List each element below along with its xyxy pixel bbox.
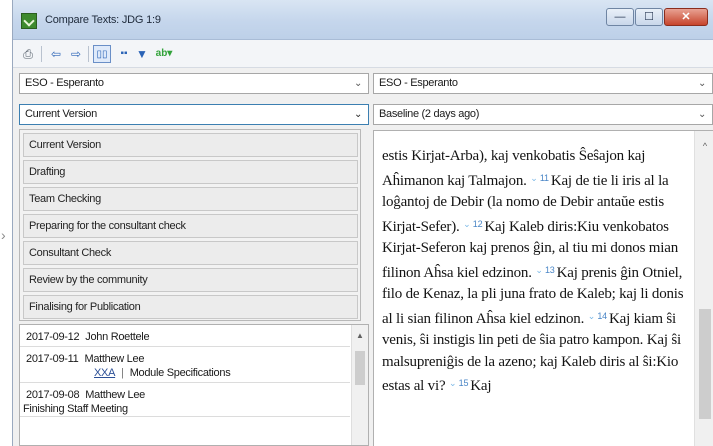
history-entry-line: 2017-09-08 Matthew Lee (26, 388, 145, 402)
chevron-down-icon: ⌄ (353, 78, 363, 89)
right-version-select[interactable]: Baseline (2 days ago) ⌄ (373, 104, 713, 125)
verse-number: ⌄ 12 (463, 218, 483, 229)
scripture-text-pane[interactable]: estis Kirjat-Arba), kaj venkobatis Ŝeŝaj… (373, 130, 713, 446)
divider: | (121, 367, 124, 379)
history-list: 2017-09-12 John Roettele 2017-09-11 Matthe… (19, 324, 369, 446)
window-controls: — ☐ ✕ (605, 8, 708, 26)
chevron-down-icon: ⌄ (697, 78, 707, 89)
version-option[interactable]: Review by the community (23, 268, 358, 292)
chevron-down-icon: ⌄ (697, 109, 707, 120)
history-user: Matthew Lee (85, 389, 145, 401)
verse-marker-icon: ⌄ (463, 218, 471, 229)
verse-number: ⌄ 14 (587, 310, 607, 321)
version-option[interactable]: Finalising for Publication (23, 295, 358, 319)
verse-marker-icon: ⌄ (530, 172, 538, 183)
background-window-edge: › (0, 0, 12, 446)
printer-icon[interactable]: ⎙ (19, 45, 37, 63)
scroll-thumb[interactable] (699, 309, 711, 419)
view-split-icon[interactable]: ▪▪ (115, 45, 133, 63)
left-project-select[interactable]: ESO - Esperanto ⌄ (19, 73, 369, 94)
version-option[interactable]: Preparing for the consultant check (23, 214, 358, 238)
history-entry-line: 2017-09-11 Matthew Lee (26, 352, 144, 366)
close-icon: ✕ (681, 11, 691, 23)
toolbar-divider (41, 46, 42, 62)
scroll-up-icon[interactable]: ▲ (352, 331, 368, 340)
version-option[interactable]: Consultant Check (23, 241, 358, 265)
history-date: 2017-09-08 (26, 389, 80, 401)
filter-icon[interactable]: ▼ (133, 45, 151, 63)
right-version-value: Baseline (2 days ago) (379, 108, 480, 120)
scroll-up-icon[interactable]: ^ (695, 141, 713, 151)
history-links: XXA | Module Specifications (94, 366, 231, 380)
verse-marker-icon: ⌄ (448, 378, 457, 388)
history-user: John Roettele (85, 331, 150, 343)
history-module-link[interactable]: Module Specifications (130, 367, 231, 379)
verse-text: Kaj (470, 378, 492, 394)
left-version-value: Current Version (25, 108, 97, 120)
right-project-value: ESO - Esperanto (379, 77, 458, 89)
toolbar: ⎙ ⇦ ⇨ ▯▯ ▪▪ ▼ ab▾ (13, 40, 713, 68)
minimize-icon: — (614, 11, 626, 23)
history-user: Matthew Lee (84, 353, 145, 365)
left-version-select[interactable]: Current Version ⌄ (19, 104, 369, 125)
close-button[interactable]: ✕ (664, 8, 708, 26)
title-bar[interactable]: Compare Texts: JDG 1:9 — ☐ ✕ (13, 0, 713, 40)
chevron-down-icon: ⌄ (353, 109, 363, 120)
maximize-icon: ☐ (644, 11, 654, 23)
minimize-button[interactable]: — (606, 8, 634, 26)
list-item[interactable]: 2017-09-08 Matthew Lee Finishing Staff Me… (20, 383, 350, 417)
verse-number: ⌄ 11 (530, 172, 549, 183)
verse-number: ⌄ 13 (535, 264, 555, 275)
version-option[interactable]: Drafting (23, 160, 358, 184)
text-scrollbar[interactable]: ^ (694, 131, 713, 446)
verse-marker-icon: ⌄ (587, 310, 596, 321)
color-picker-icon[interactable]: ab▾ (151, 45, 177, 63)
history-note: Finishing Staff Meeting (23, 403, 128, 415)
window-title: Compare Texts: JDG 1:9 (45, 14, 161, 26)
arrow-left-icon[interactable]: ⇦ (47, 45, 65, 63)
verse-number: ⌄ 15 (448, 378, 469, 388)
right-project-select[interactable]: ESO - Esperanto ⌄ (373, 73, 713, 94)
left-project-value: ESO - Esperanto (25, 77, 104, 89)
history-date: 2017-09-11 (26, 353, 79, 365)
background-caret-icon: › (1, 227, 6, 243)
history-book-link[interactable]: XXA (94, 367, 115, 379)
maximize-button[interactable]: ☐ (635, 8, 663, 26)
history-date: 2017-09-12 (26, 331, 80, 343)
scroll-thumb[interactable] (355, 351, 365, 385)
verse-marker-icon: ⌄ (535, 264, 543, 275)
version-dropdown-list: Current Version Drafting Team Checking P… (19, 129, 361, 321)
list-item[interactable]: 2017-09-11 Matthew Lee XXA | Module Specifi… (20, 347, 350, 383)
version-option[interactable]: Team Checking (23, 187, 358, 211)
version-option[interactable]: Current Version (23, 133, 358, 157)
view-single-icon[interactable]: ▯▯ (93, 45, 111, 63)
passage-text: estis Kirjat-Arba), kaj venkobatis Ŝeŝaj… (382, 146, 688, 398)
app-logo-icon (21, 13, 37, 29)
compare-texts-window: Compare Texts: JDG 1:9 — ☐ ✕ ⎙ ⇦ ⇨ ▯▯ ▪▪… (12, 0, 713, 446)
history-entry-line: 2017-09-12 John Roettele (26, 330, 150, 344)
arrow-right-icon[interactable]: ⇨ (67, 45, 85, 63)
history-scrollbar[interactable]: ▲ (351, 325, 368, 445)
toolbar-divider (88, 46, 89, 62)
list-item[interactable]: 2017-09-12 John Roettele (20, 325, 350, 347)
